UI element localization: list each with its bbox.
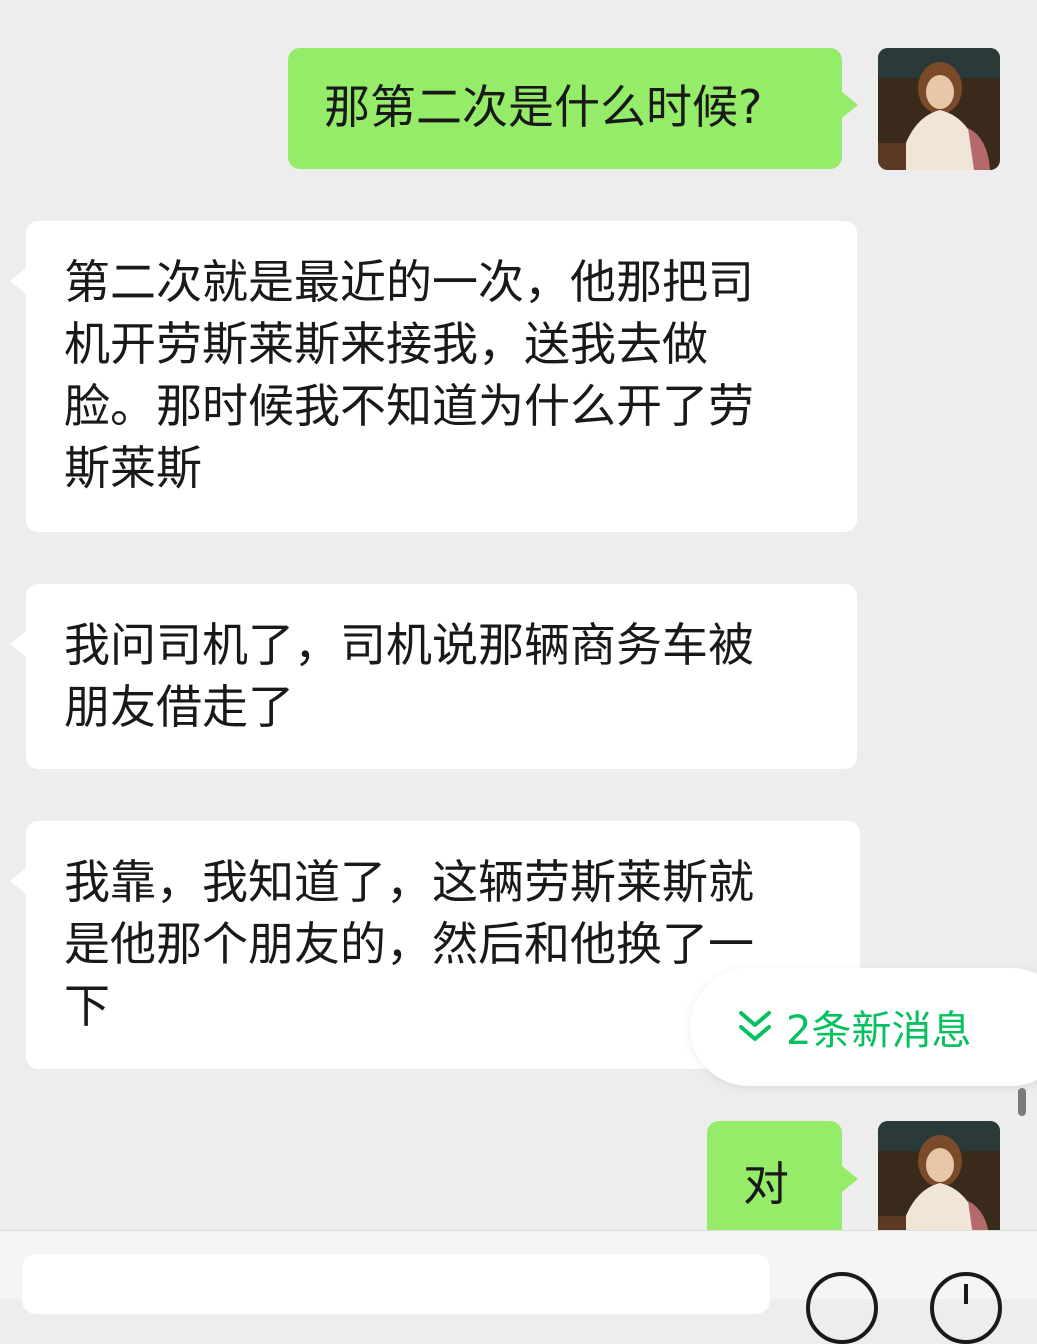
plus-icon[interactable] bbox=[930, 1272, 1002, 1344]
message-line: 斯莱斯 bbox=[64, 441, 202, 495]
avatar-painting-icon bbox=[878, 48, 1000, 170]
bubble-tail bbox=[842, 92, 858, 118]
scrollbar[interactable] bbox=[1018, 1088, 1026, 1116]
message-input[interactable] bbox=[22, 1254, 770, 1314]
message-text: 那第二次是什么时候? bbox=[324, 80, 763, 134]
bubble-tail bbox=[10, 868, 26, 894]
message-line: 我问司机了，司机说那辆商务车被 bbox=[64, 618, 754, 672]
sent-message-bubble[interactable]: 对 bbox=[707, 1121, 842, 1246]
message-line: 是他那个朋友的，然后和他换了一 bbox=[64, 917, 754, 971]
double-chevron-down-icon bbox=[738, 1007, 772, 1047]
received-message-bubble[interactable]: 第二次就是最近的一次，他那把司 机开劳斯莱斯来接我，送我去做 脸。那时候我不知道… bbox=[26, 221, 857, 532]
message-line: 我靠，我知道了，这辆劳斯莱斯就 bbox=[64, 855, 754, 909]
emoji-icon[interactable] bbox=[806, 1272, 878, 1344]
new-messages-label: 2条新消息 bbox=[786, 1008, 972, 1054]
avatar[interactable] bbox=[878, 48, 1000, 170]
sent-message-bubble[interactable]: 那第二次是什么时候? bbox=[288, 48, 842, 169]
bubble-tail bbox=[842, 1166, 858, 1192]
message-line: 机开劳斯莱斯来接我，送我去做 bbox=[64, 317, 708, 371]
received-message-bubble[interactable]: 我问司机了，司机说那辆商务车被 朋友借走了 bbox=[26, 584, 857, 769]
message-line: 脸。那时候我不知道为什么开了劳 bbox=[64, 379, 754, 433]
message-line: 朋友借走了 bbox=[64, 680, 294, 734]
avatar[interactable] bbox=[878, 1121, 1000, 1243]
new-messages-button[interactable]: 2条新消息 bbox=[690, 968, 1037, 1086]
avatar-painting-icon bbox=[878, 1121, 1000, 1243]
message-text: 对 bbox=[743, 1157, 789, 1211]
bubble-tail bbox=[10, 631, 26, 657]
message-line: 第二次就是最近的一次，他那把司 bbox=[64, 255, 754, 309]
bubble-tail bbox=[10, 268, 26, 294]
